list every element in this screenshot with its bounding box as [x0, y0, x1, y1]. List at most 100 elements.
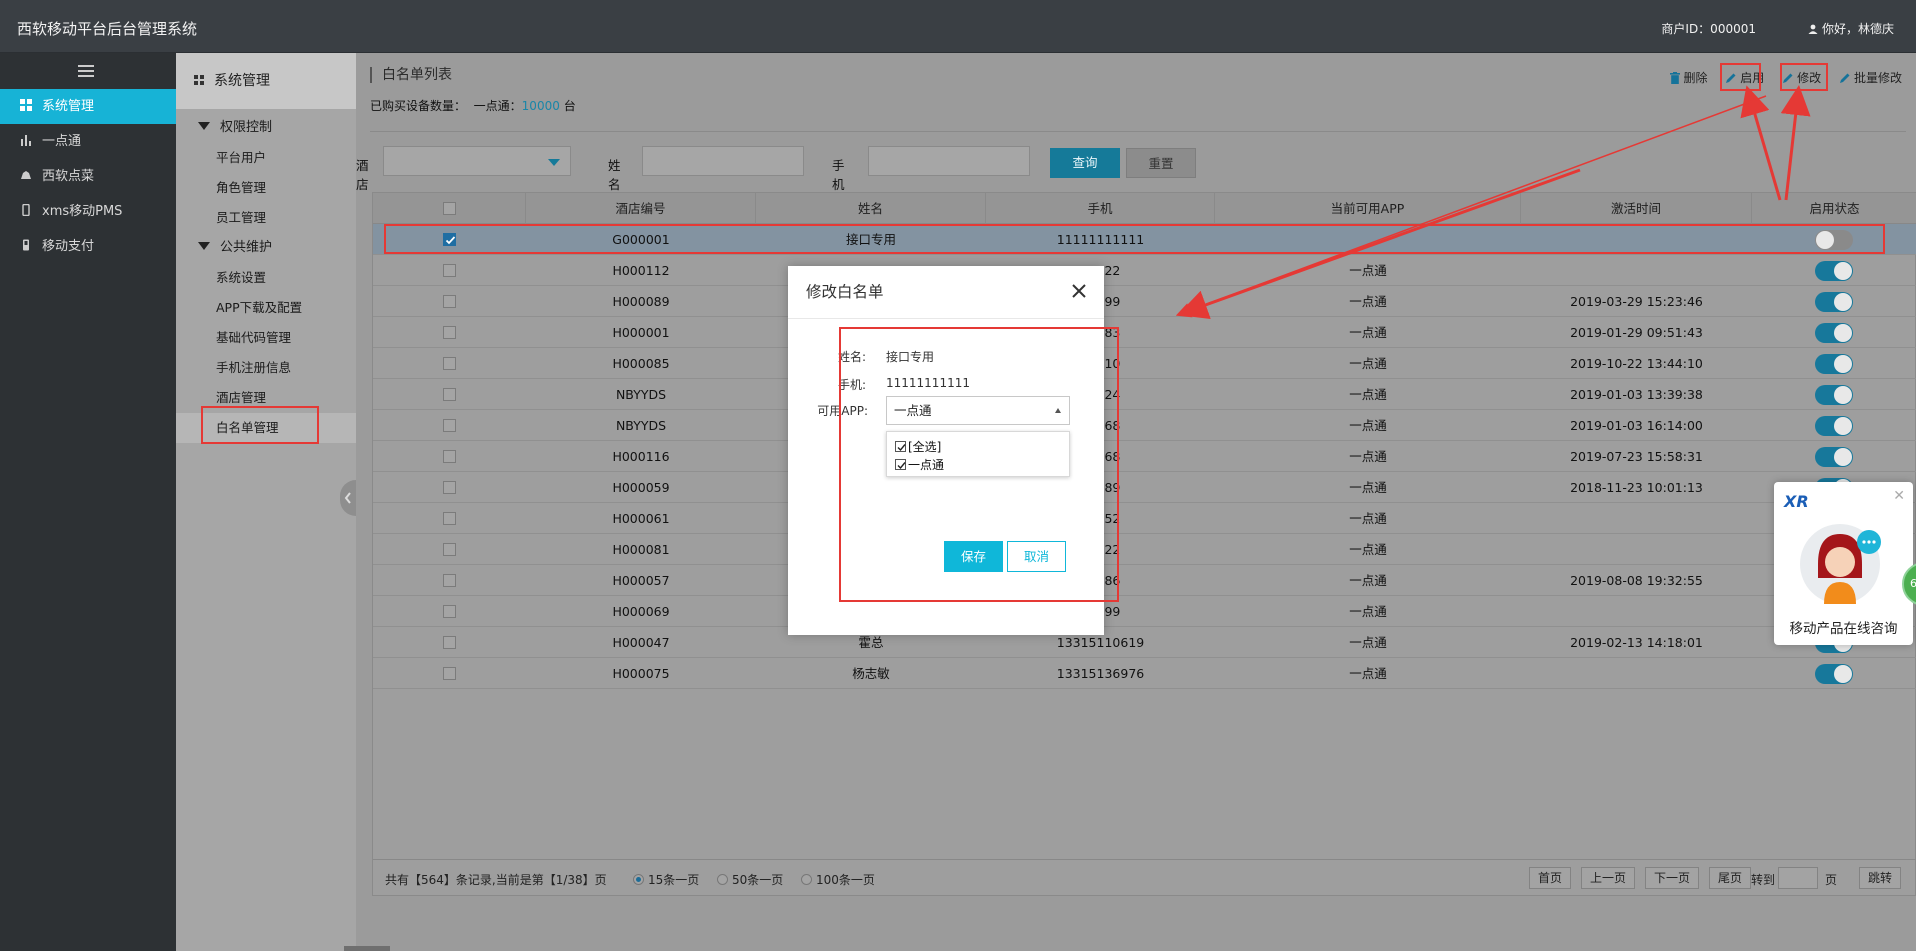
subnav-item-staff[interactable]: 员工管理 — [176, 203, 356, 233]
table-row[interactable]: NBYYDS12924一点通2019-01-03 13:39:38 — [373, 379, 1916, 410]
nav-item-system[interactable]: 系统管理 — [0, 89, 176, 124]
close-icon[interactable] — [1072, 284, 1086, 298]
jump-button[interactable]: 跳转 — [1859, 867, 1902, 889]
checkbox[interactable] — [443, 543, 456, 556]
option-yidiantong[interactable]: 一点通 — [887, 456, 1069, 474]
table-row[interactable]: H00005998689一点通2018-11-23 10:01:13 — [373, 472, 1916, 503]
status-toggle[interactable] — [1815, 261, 1853, 281]
top-header: 西软移动平台后台管理系统 商户ID：000001 你好，林德庆 — [0, 0, 1916, 53]
subnav-item-phone-registry[interactable]: 手机注册信息 — [176, 353, 356, 383]
chat-badge[interactable]: 67 — [1902, 562, 1916, 606]
subnav-item-whitelist[interactable]: 白名单管理 — [176, 413, 356, 443]
checkbox[interactable] — [443, 574, 456, 587]
header-select-all[interactable] — [373, 193, 526, 224]
status-toggle[interactable] — [1815, 354, 1853, 374]
subnav-group-public[interactable]: 公共维护 — [176, 233, 356, 263]
hotel-select[interactable] — [383, 146, 571, 176]
status-toggle[interactable] — [1815, 447, 1853, 467]
subnav-title: 系统管理 — [176, 53, 356, 109]
table-row[interactable]: NBYYDS20268一点通2019-01-03 16:14:00 — [373, 410, 1916, 441]
table-row[interactable]: H00011204722一点通 — [373, 255, 1916, 286]
chat-widget[interactable]: XR ✕ 移动产品在线咨询 67 — [1774, 482, 1916, 645]
name-field-label: 姓名: — [837, 350, 866, 364]
cell-hotel-code: H000085 — [612, 356, 670, 371]
bar-chart-icon — [21, 135, 31, 146]
user-menu[interactable]: 你好，林德庆 — [1808, 20, 1894, 37]
table-row[interactable]: H00011650868一点通2019-07-23 15:58:31 — [373, 441, 1916, 472]
checkbox[interactable] — [443, 202, 456, 215]
menu-toggle-icon[interactable] — [78, 65, 94, 77]
checkbox[interactable] — [443, 326, 456, 339]
subnav-group-permissions[interactable]: 权限控制 — [176, 113, 356, 143]
query-button[interactable]: 查询 — [1050, 148, 1120, 178]
subnav-item-platform-users[interactable]: 平台用户 — [176, 143, 356, 173]
scroll-thumb[interactable] — [344, 946, 390, 951]
checkbox-checked[interactable] — [895, 459, 906, 470]
batch-edit-button[interactable]: 批量修改 — [1839, 69, 1902, 86]
page-size-50[interactable]: 50条一页 — [717, 871, 783, 888]
radio[interactable] — [633, 874, 644, 885]
page-size-100[interactable]: 100条一页 — [801, 871, 875, 888]
next-page-button[interactable]: 下一页 — [1645, 867, 1700, 889]
checkbox[interactable] — [443, 357, 456, 370]
cell-app: 一点通 — [1349, 325, 1387, 340]
status-toggle[interactable] — [1815, 416, 1853, 436]
page-size-15[interactable]: 15条一页 — [633, 871, 699, 888]
status-toggle[interactable] — [1815, 292, 1853, 312]
status-toggle[interactable] — [1815, 385, 1853, 405]
table-row[interactable]: H000047 霍总 13315110619 一点通 2019-02-13 14:18:… — [373, 627, 1916, 658]
table-row[interactable]: H00006136052一点通 — [373, 503, 1916, 534]
subnav-item-app-download[interactable]: APP下载及配置 — [176, 293, 356, 323]
reset-button[interactable]: 重置 — [1126, 148, 1196, 178]
subnav-item-roles[interactable]: 角色管理 — [176, 173, 356, 203]
table-row[interactable]: H00008103822一点通 — [373, 534, 1916, 565]
table-row[interactable]: H00005722686一点通2019-08-08 19:32:55 — [373, 565, 1916, 596]
checkbox[interactable] — [443, 481, 456, 494]
checkbox[interactable] — [443, 295, 456, 308]
nav-item-payment[interactable]: 移动支付 — [0, 229, 176, 264]
radio[interactable] — [717, 874, 728, 885]
checkbox[interactable] — [443, 450, 456, 463]
checkbox[interactable] — [443, 605, 456, 618]
prev-page-button[interactable]: 上一页 — [1581, 867, 1636, 889]
first-page-button[interactable]: 首页 — [1529, 867, 1572, 889]
checkbox[interactable] — [443, 512, 456, 525]
nav-item-order[interactable]: 西软点菜 — [0, 159, 176, 194]
table-row[interactable]: H000075 杨志敏 13315136976 一点通 — [373, 658, 1916, 689]
radio[interactable] — [801, 874, 812, 885]
table-row[interactable]: G000001 接口专用 11111111111 — [373, 224, 1916, 255]
checkbox-checked[interactable] — [443, 233, 456, 246]
checkbox[interactable] — [443, 667, 456, 680]
delete-button[interactable]: 删除 — [1670, 69, 1707, 86]
last-page-button[interactable]: 尾页 — [1709, 867, 1752, 889]
subnav-item-codes[interactable]: 基础代码管理 — [176, 323, 356, 353]
status-toggle[interactable] — [1815, 230, 1853, 250]
checkbox[interactable] — [443, 388, 456, 401]
edit-button[interactable]: 修改 — [1782, 69, 1821, 86]
checkbox-checked[interactable] — [895, 441, 906, 452]
close-icon[interactable]: ✕ — [1893, 488, 1905, 504]
table-row[interactable]: H00000133083一点通2019-01-29 09:51:43 — [373, 317, 1916, 348]
checkbox[interactable] — [443, 419, 456, 432]
subnav-item-hotels[interactable]: 酒店管理 — [176, 383, 356, 413]
table-row[interactable]: H00008551610一点通2019-10-22 13:44:10 — [373, 348, 1916, 379]
app-select[interactable]: 一点通 — [886, 396, 1070, 425]
table-row[interactable]: H00006935899一点通 — [373, 596, 1916, 627]
save-button[interactable]: 保存 — [944, 541, 1003, 572]
checkbox[interactable] — [443, 636, 456, 649]
subnav-item-settings[interactable]: 系统设置 — [176, 263, 356, 293]
table-row[interactable]: H00008988899一点通2019-03-29 15:23:46 — [373, 286, 1916, 317]
name-input[interactable] — [642, 146, 804, 176]
phone-input[interactable] — [868, 146, 1030, 176]
cancel-button[interactable]: 取消 — [1007, 541, 1066, 572]
status-toggle[interactable] — [1815, 323, 1853, 343]
enable-button[interactable]: 启用 — [1725, 69, 1764, 86]
nav-item-pms[interactable]: xms移动PMS — [0, 194, 176, 229]
option-select-all[interactable]: [全选] — [887, 438, 1069, 456]
checkbox[interactable] — [443, 264, 456, 277]
app-field-label: 可用APP: — [817, 404, 868, 418]
status-toggle[interactable] — [1815, 664, 1853, 684]
cell-activation-time: 2019-01-03 13:39:38 — [1570, 387, 1703, 402]
nav-item-yidiantong[interactable]: 一点通 — [0, 124, 176, 159]
page-number-input[interactable] — [1778, 867, 1818, 889]
